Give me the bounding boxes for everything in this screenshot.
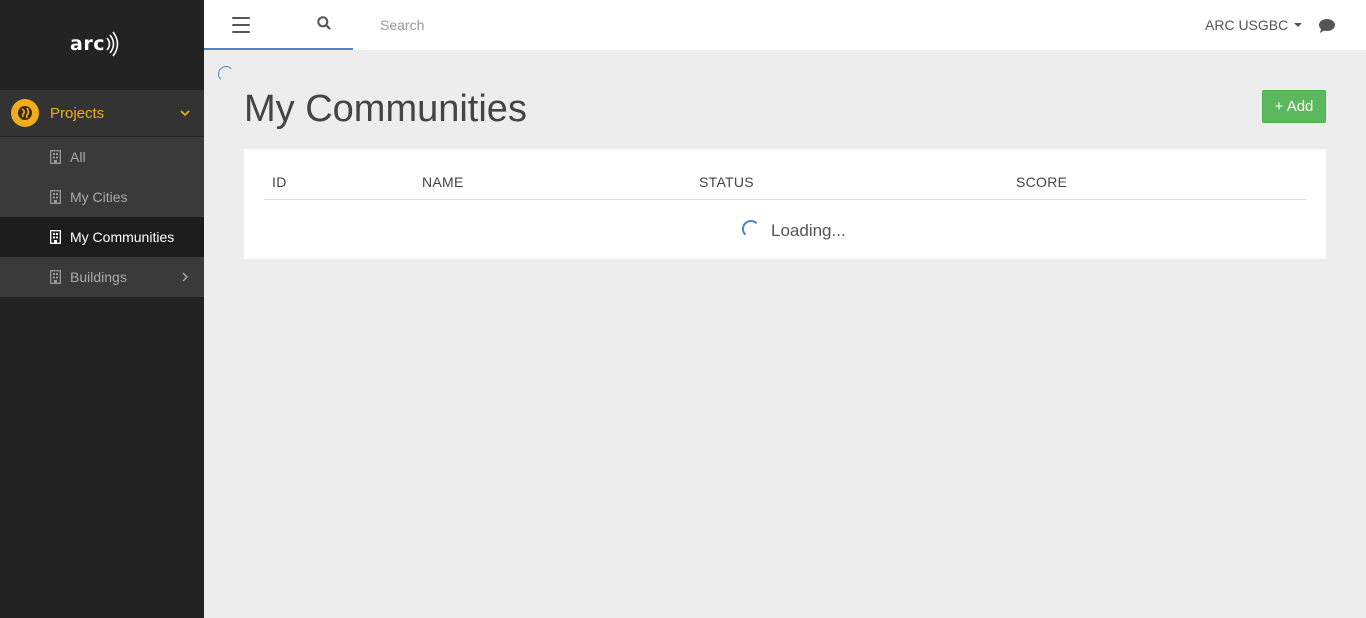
building-icon: [50, 190, 61, 204]
building-icon: [50, 270, 61, 284]
sidebar-projects-header[interactable]: Projects: [0, 90, 204, 136]
spinner-icon: [742, 220, 760, 238]
sidebar-item-label: My Communities: [70, 229, 175, 245]
sidebar-item-all[interactable]: All: [0, 137, 204, 177]
building-icon: [50, 150, 61, 164]
menu-icon[interactable]: [230, 15, 252, 35]
page-title: My Communities: [244, 88, 527, 130]
sidebar-item-buildings[interactable]: Buildings: [0, 257, 204, 297]
caret-down-icon: [1294, 23, 1303, 27]
user-menu[interactable]: ARC USGBC: [1205, 17, 1303, 33]
chevron-down-icon: [180, 109, 190, 117]
sidebar-projects-label: Projects: [50, 104, 105, 122]
user-name: ARC USGBC: [1205, 17, 1289, 33]
top-bar: ARC USGBC: [204, 0, 1366, 50]
building-icon: [50, 230, 61, 244]
header-divider: [264, 199, 1306, 200]
column-header-id[interactable]: ID: [272, 174, 287, 190]
sidebar-item-label: All: [70, 149, 86, 165]
sidebar-item-label: My Cities: [70, 189, 128, 205]
logo-text: arc: [70, 33, 105, 55]
logo-waves-icon: [106, 31, 119, 57]
search-input[interactable]: [380, 12, 680, 38]
search-icon[interactable]: [317, 16, 331, 35]
loading-indicator: Loading...: [742, 220, 846, 241]
page-loading-spinner: [218, 66, 234, 82]
sidebar-item-my-cities[interactable]: My Cities: [0, 177, 204, 217]
sidebar-item-label: Buildings: [70, 269, 127, 285]
loading-text: Loading...: [771, 221, 846, 240]
column-header-score[interactable]: SCORE: [1016, 174, 1067, 190]
sidebar: arc Projects All My Cities My Communitie…: [0, 0, 204, 618]
add-button[interactable]: + Add: [1262, 90, 1326, 123]
communities-table: ID NAME STATUS SCORE Loading...: [244, 149, 1326, 259]
chevron-right-icon: [182, 270, 188, 285]
column-header-status[interactable]: STATUS: [699, 174, 754, 190]
column-header-name[interactable]: NAME: [422, 174, 464, 190]
search-tab-indicator: [204, 48, 353, 50]
arc-logo[interactable]: arc: [70, 28, 120, 60]
chat-icon[interactable]: [1318, 18, 1336, 39]
sidebar-item-my-communities[interactable]: My Communities: [0, 217, 204, 257]
globe-icon: [11, 99, 39, 127]
